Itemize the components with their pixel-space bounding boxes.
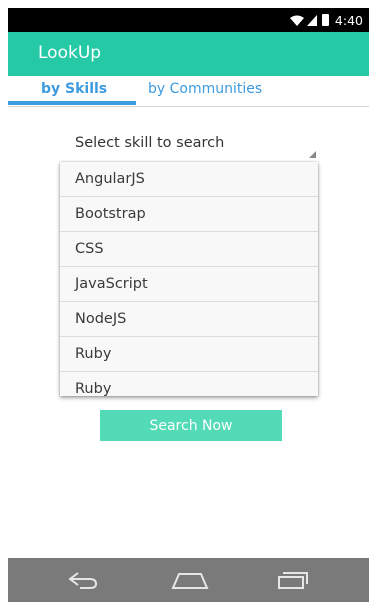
status-bar: 4:40	[8, 8, 369, 32]
skill-select-placeholder: Select skill to search	[75, 135, 225, 151]
active-tab-indicator	[8, 101, 136, 105]
dropdown-arrow-icon	[309, 151, 316, 158]
app-bar: LookUp	[8, 32, 369, 76]
dropdown-option-label: Ruby	[75, 346, 112, 362]
tab-by-communities[interactable]: by Communities	[148, 81, 262, 97]
dropdown-option-nodejs[interactable]: NodeJS	[60, 302, 318, 337]
dropdown-option-javascript[interactable]: JavaScript	[60, 267, 318, 302]
dropdown-option-ruby-partial[interactable]: Ruby	[60, 372, 318, 396]
status-icons: 4:40	[289, 11, 363, 29]
dropdown-option-label: AngularJS	[75, 171, 145, 187]
dropdown-option-label: Bootstrap	[75, 206, 146, 222]
status-time: 4:40	[334, 12, 363, 28]
home-icon[interactable]	[171, 570, 209, 590]
dropdown-option-label: NodeJS	[75, 311, 127, 327]
dropdown-option-ruby[interactable]: Ruby	[60, 337, 318, 372]
tab-bar: by Skills by Communities	[8, 76, 369, 108]
dropdown-option-label: JavaScript	[75, 276, 148, 292]
skill-select[interactable]: Select skill to search	[60, 130, 318, 160]
navigation-bar	[8, 558, 369, 602]
dropdown-option-css[interactable]: CSS	[60, 232, 318, 267]
dropdown-option-bootstrap[interactable]: Bootstrap	[60, 197, 318, 232]
back-icon[interactable]	[66, 570, 100, 590]
battery-icon	[321, 14, 329, 26]
recent-apps-icon[interactable]	[275, 570, 311, 590]
tabs-divider	[8, 106, 369, 107]
dropdown-option-label: Ruby	[75, 381, 112, 396]
signal-icon	[306, 14, 317, 26]
dropdown-option-label: CSS	[75, 241, 104, 257]
wifi-icon	[289, 15, 304, 26]
skill-dropdown-list[interactable]: AngularJS Bootstrap CSS JavaScript NodeJ…	[60, 162, 318, 396]
dropdown-option-angularjs[interactable]: AngularJS	[60, 162, 318, 197]
search-now-button[interactable]: Search Now	[100, 410, 282, 441]
tab-by-skills[interactable]: by Skills	[41, 81, 107, 97]
app-title: LookUp	[38, 43, 102, 63]
